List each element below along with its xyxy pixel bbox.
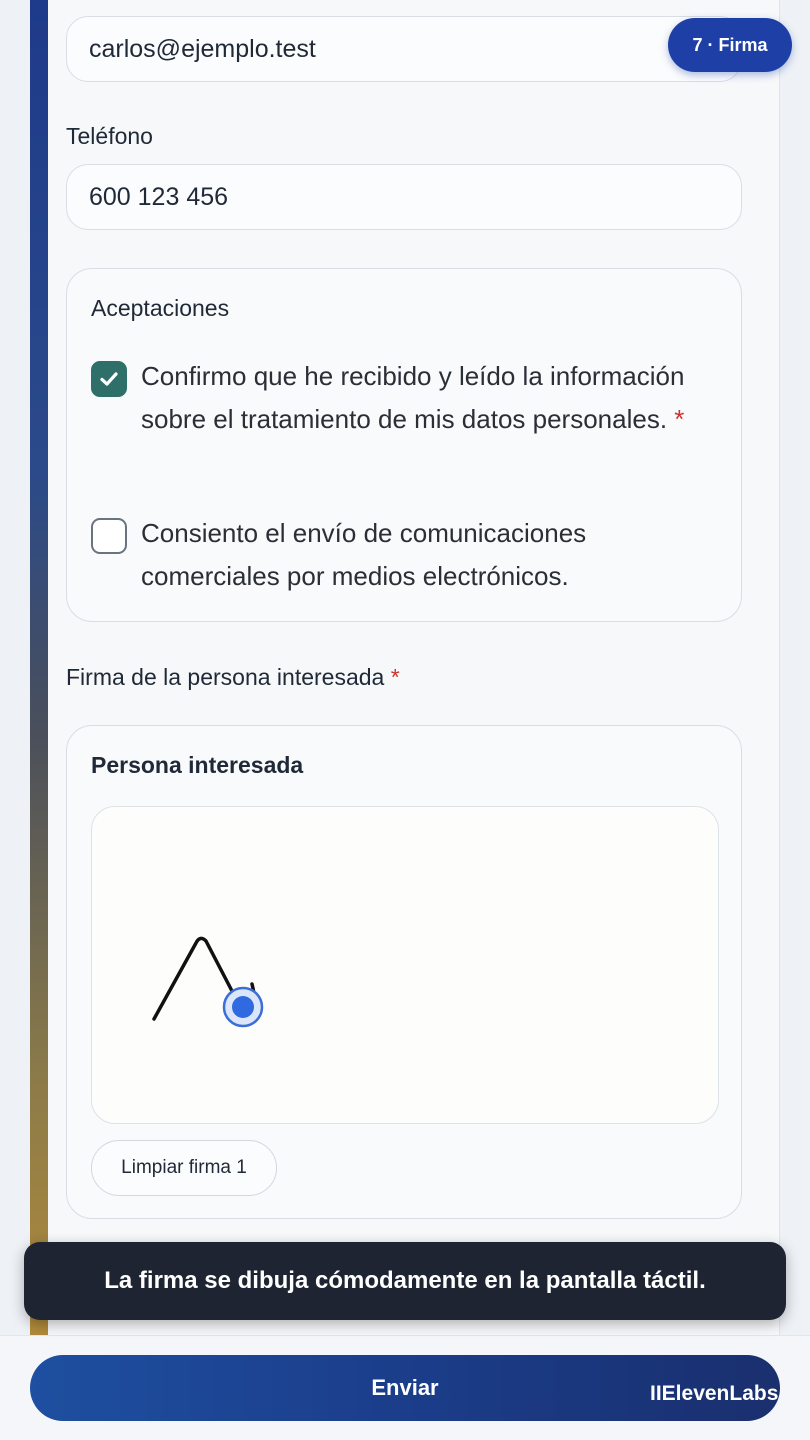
phone-field[interactable]: 600 123 456	[66, 164, 742, 230]
signature-label-text: Firma de la persona interesada	[66, 664, 385, 690]
privacy-consent-label: Confirmo que he recibido y leído la info…	[141, 355, 711, 441]
touch-cursor-icon	[222, 986, 264, 1028]
marketing-consent-row[interactable]: Consiento el envío de comunicaciones com…	[91, 512, 711, 598]
signature-label: Firma de la persona interesada *	[66, 664, 400, 691]
acceptances-group: Aceptaciones Confirmo que he recibido y …	[66, 268, 742, 622]
acceptances-title: Aceptaciones	[91, 295, 230, 321]
toast-message: La firma se dibuja cómodamente en la pan…	[24, 1242, 786, 1320]
signature-group: Persona interesada Limpiar firma 1	[66, 725, 742, 1219]
privacy-consent-row[interactable]: Confirmo que he recibido y leído la info…	[91, 355, 711, 441]
marketing-consent-label: Consiento el envío de comunicaciones com…	[141, 518, 587, 591]
watermark-logo: IIElevenLabs	[650, 1382, 779, 1405]
step-badge: 7 · Firma	[668, 18, 792, 72]
checkmark-icon	[100, 372, 118, 386]
marketing-consent-checkbox[interactable]	[91, 518, 127, 554]
form-accent-bar	[30, 0, 48, 1335]
signature-stroke	[152, 936, 264, 1028]
privacy-consent-text: Confirmo que he recibido y leído la info…	[141, 361, 685, 434]
email-value: carlos@ejemplo.test	[89, 34, 316, 63]
required-asterisk: *	[674, 404, 685, 434]
privacy-consent-checkbox[interactable]	[91, 361, 127, 397]
signature-pad[interactable]	[91, 806, 719, 1124]
clear-signature-button[interactable]: Limpiar firma 1	[91, 1140, 277, 1196]
email-field[interactable]: carlos@ejemplo.test	[66, 16, 742, 82]
phone-value: 600 123 456	[89, 182, 229, 211]
required-asterisk: *	[390, 664, 400, 690]
signature-box-title: Persona interesada	[91, 752, 304, 778]
phone-label: Teléfono	[66, 123, 153, 149]
